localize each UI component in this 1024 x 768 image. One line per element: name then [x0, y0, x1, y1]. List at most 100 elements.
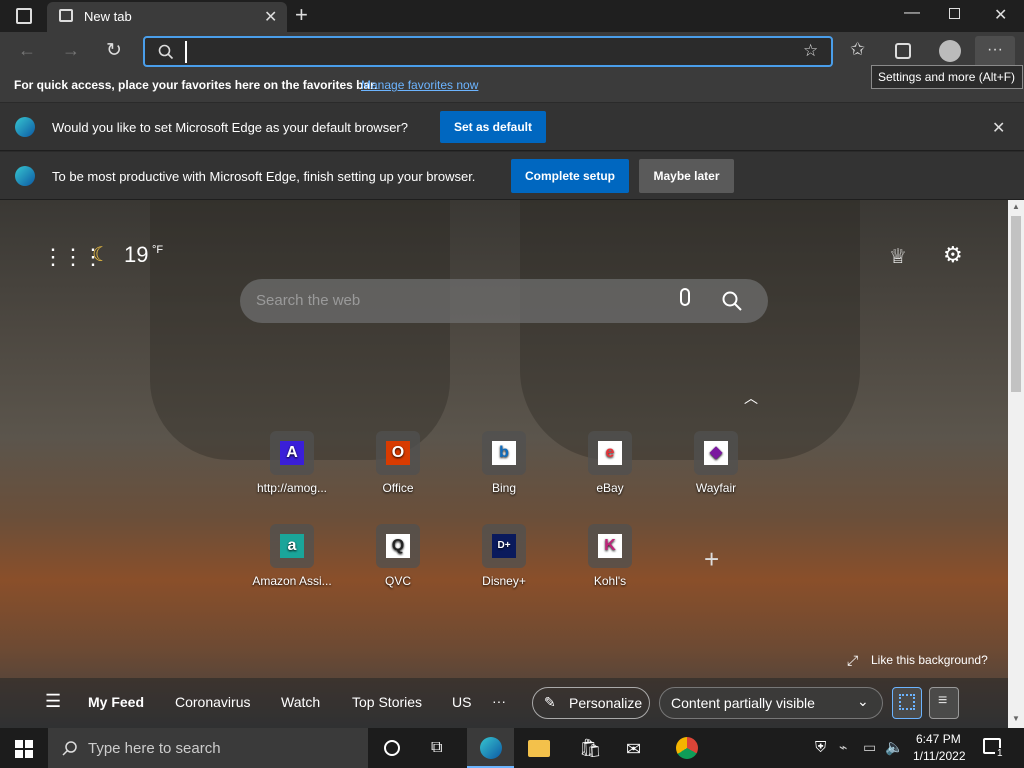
- newtab-icon: [59, 9, 73, 22]
- store-icon[interactable]: 🛍: [579, 738, 602, 759]
- site-favicon-icon: ◆: [694, 431, 738, 475]
- scroll-up-arrow-icon[interactable]: ▲: [1012, 202, 1020, 211]
- minimize-button[interactable]: —: [904, 4, 920, 22]
- web-search-box[interactable]: Search the web: [240, 279, 768, 323]
- like-background-link[interactable]: Like this background?: [871, 653, 988, 667]
- manage-favorites-link[interactable]: Manage favorites now: [361, 78, 478, 92]
- settings-more-button[interactable]: ···: [975, 36, 1015, 68]
- temperature[interactable]: 19: [124, 242, 148, 268]
- feed-nav-bar: ☰ My Feed Coronavirus Watch Top Stories …: [0, 678, 1008, 728]
- cortana-icon[interactable]: [384, 740, 400, 756]
- default-browser-message: Would you like to set Microsoft Edge as …: [52, 120, 408, 135]
- close-infobar-icon[interactable]: ✕: [992, 118, 1005, 138]
- setup-infobar: To be most productive with Microsoft Edg…: [0, 151, 1024, 199]
- microphone-icon[interactable]: [680, 288, 690, 306]
- favorites-icon[interactable]: ✩: [850, 39, 865, 60]
- taskbar-search-box[interactable]: Type here to search: [48, 728, 368, 768]
- grid-layout-button[interactable]: [892, 687, 922, 719]
- site-favicon-icon: e: [588, 431, 632, 475]
- quick-link-label: Office: [382, 481, 414, 495]
- quick-link-tile[interactable]: e eBay: [570, 431, 650, 495]
- new-tab-button[interactable]: +: [295, 2, 308, 28]
- quick-link-label: Kohl's: [593, 574, 627, 588]
- maybe-later-button[interactable]: Maybe later: [639, 159, 734, 193]
- scroll-down-arrow-icon[interactable]: ▼: [1012, 714, 1020, 723]
- file-explorer-icon[interactable]: [528, 740, 550, 757]
- rewards-icon[interactable]: ♕: [889, 244, 907, 269]
- list-layout-button[interactable]: ≡: [929, 687, 959, 719]
- personalize-button[interactable]: ✎ Personalize: [532, 687, 650, 719]
- title-bar: New tab ✕ + — ✕: [0, 0, 1024, 32]
- quick-link-tile[interactable]: K Kohl's: [570, 524, 650, 588]
- feed-tab-coronavirus[interactable]: Coronavirus: [175, 694, 250, 710]
- my-feed-tab[interactable]: My Feed: [88, 694, 144, 710]
- close-tab-icon[interactable]: ✕: [264, 7, 277, 27]
- feed-tab-us[interactable]: US: [452, 694, 471, 710]
- feed-tab-top-stories[interactable]: Top Stories: [352, 694, 422, 710]
- collections-icon[interactable]: [895, 43, 911, 59]
- content-visibility-dropdown[interactable]: Content partially visible ⌄: [659, 687, 883, 719]
- complete-setup-button[interactable]: Complete setup: [511, 159, 629, 193]
- quick-link-tile[interactable]: a Amazon Assi...: [252, 524, 332, 588]
- quick-link-tile[interactable]: D+ Disney+: [464, 524, 544, 588]
- refresh-button[interactable]: ↻: [106, 39, 122, 62]
- volume-icon[interactable]: 🔈: [885, 738, 904, 756]
- menu-hamburger-icon[interactable]: ☰: [45, 691, 61, 712]
- site-logo-icon: O: [386, 441, 410, 465]
- windows-start-icon[interactable]: [15, 740, 33, 758]
- set-as-default-button[interactable]: Set as default: [440, 111, 546, 143]
- add-favorite-icon[interactable]: ☆: [803, 41, 818, 61]
- page-settings-gear-icon[interactable]: ⚙: [943, 242, 963, 268]
- site-logo-icon: Q: [386, 534, 410, 558]
- list-view-icon: ≡: [938, 692, 948, 709]
- expand-icon[interactable]: ⤢: [847, 652, 858, 669]
- address-bar[interactable]: ☆: [143, 36, 833, 67]
- quick-link-tile[interactable]: ◆ Wayfair: [676, 431, 756, 495]
- add-site-icon[interactable]: +: [704, 544, 719, 575]
- setup-message: To be most productive with Microsoft Edg…: [52, 169, 476, 184]
- site-logo-icon: e: [598, 441, 622, 465]
- quick-link-label: eBay: [596, 481, 624, 495]
- site-favicon-icon: O: [376, 431, 420, 475]
- edge-logo-icon: [15, 117, 35, 137]
- clock-time[interactable]: 6:47 PM: [916, 732, 961, 746]
- profile-avatar[interactable]: [939, 40, 961, 62]
- security-icon[interactable]: ⛨: [815, 739, 826, 756]
- taskbar-search-placeholder: Type here to search: [88, 740, 221, 757]
- feed-more-button[interactable]: ···: [492, 693, 506, 709]
- settings-tooltip: Settings and more (Alt+F): [871, 65, 1023, 89]
- quick-link-label: Wayfair: [695, 481, 737, 495]
- site-favicon-icon: Q: [376, 524, 420, 568]
- scrollbar-thumb[interactable]: [1011, 216, 1021, 392]
- feed-tab-watch[interactable]: Watch: [281, 694, 320, 710]
- collapse-tiles-icon[interactable]: ︿: [744, 388, 758, 408]
- chrome-icon[interactable]: [676, 737, 698, 759]
- quick-link-label: Disney+: [482, 574, 526, 588]
- display-icon[interactable]: ▭: [863, 739, 876, 756]
- mail-icon[interactable]: ✉: [626, 739, 641, 760]
- back-button[interactable]: ←: [18, 40, 36, 61]
- close-window-button[interactable]: ✕: [994, 5, 1007, 25]
- windows-taskbar: Type here to search ⧉ 🛍 ✉ ⛨ ⌁ ▭ 🔈 6:47 P…: [0, 728, 1024, 768]
- taskbar-edge-app[interactable]: [467, 728, 514, 768]
- quick-link-tile[interactable]: Ahttp://amog...: [252, 431, 332, 495]
- quick-link-tile[interactable]: Q QVC: [358, 524, 438, 588]
- tab-actions-icon[interactable]: [16, 8, 32, 24]
- quick-link-label: QVC: [384, 574, 411, 588]
- quick-link-tile[interactable]: O Office: [358, 431, 438, 495]
- default-browser-infobar: Would you like to set Microsoft Edge as …: [0, 102, 1024, 150]
- task-view-icon[interactable]: ⧉: [431, 739, 442, 757]
- edge-logo-icon: [15, 166, 35, 186]
- edge-icon: [480, 737, 502, 759]
- restore-button[interactable]: [949, 8, 960, 19]
- site-favicon-icon: A: [270, 431, 314, 475]
- address-input[interactable]: [185, 41, 785, 63]
- clock-date[interactable]: 1/11/2022: [913, 749, 966, 763]
- page-scrollbar[interactable]: ▲ ▼: [1008, 200, 1024, 728]
- quick-link-tile[interactable]: b Bing: [464, 431, 544, 495]
- site-logo-icon: D+: [492, 534, 516, 558]
- search-icon[interactable]: [722, 291, 742, 311]
- tab-new-tab[interactable]: New tab ✕: [47, 2, 287, 32]
- forward-button[interactable]: →: [62, 40, 80, 61]
- network-icon[interactable]: ⌁: [839, 739, 847, 756]
